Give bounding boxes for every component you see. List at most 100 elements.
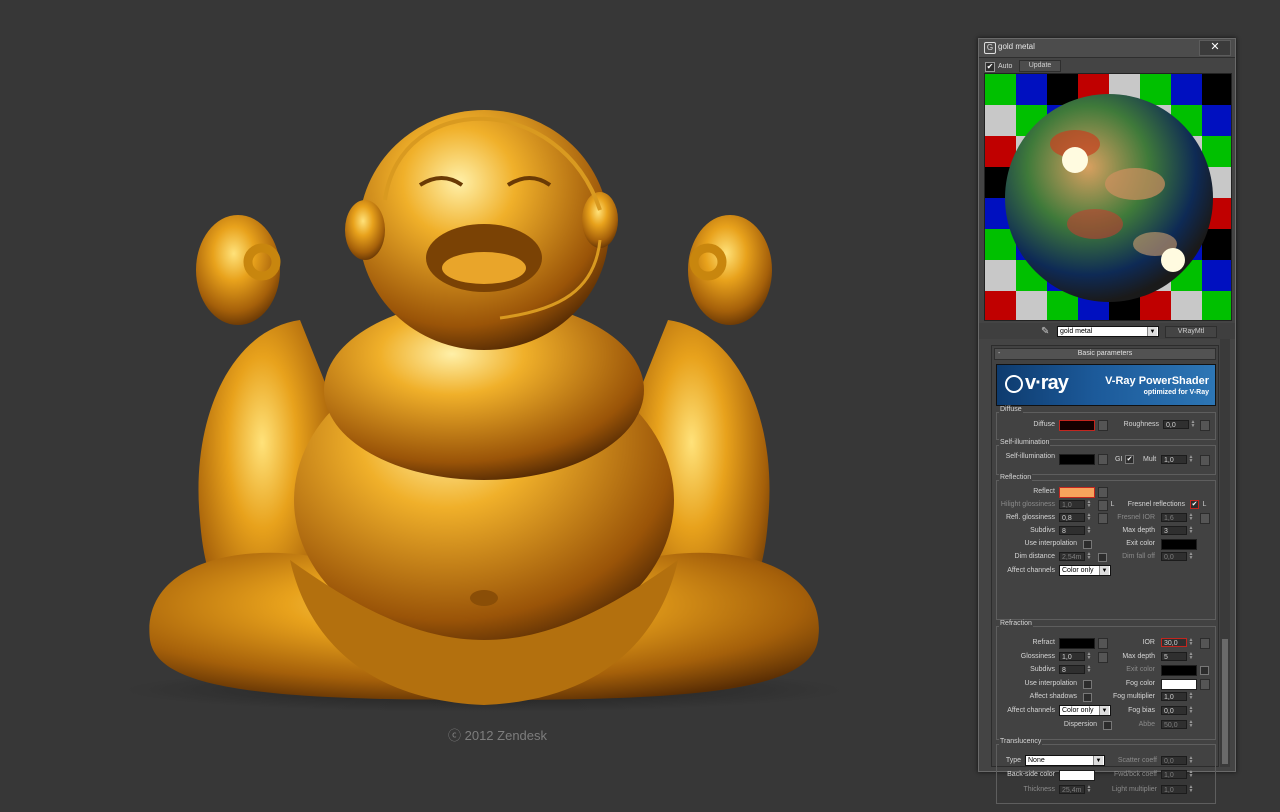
refl-max-depth-label: Max depth bbox=[1122, 527, 1155, 534]
gi-label: GI bbox=[1115, 456, 1123, 463]
roughness-spinner[interactable]: 0,0 ▲ ▼ bbox=[1163, 420, 1195, 429]
refr-max-depth-spinner[interactable]: 5 ▲ ▼ bbox=[1161, 652, 1193, 661]
refr-glossiness-map-button[interactable] bbox=[1098, 652, 1108, 663]
material-name-dropdown[interactable]: gold metal ▼ bbox=[1057, 326, 1159, 337]
refract-label: Refract bbox=[1032, 639, 1055, 646]
material-editor-window: G gold metal ✕ ✔ Auto Update ✎ gold meta… bbox=[978, 38, 1236, 804]
dim-distance-spinner[interactable]: 2,54m ▲ ▼ bbox=[1059, 552, 1091, 561]
close-button[interactable]: ✕ bbox=[1199, 40, 1231, 56]
refraction-group-title: Refraction bbox=[999, 620, 1033, 627]
fresnel-reflections-label: Fresnel reflections bbox=[1127, 501, 1185, 508]
refl-glossiness-map-button[interactable] bbox=[1098, 513, 1108, 524]
close-icon: ✕ bbox=[1210, 41, 1220, 53]
refl-use-interpolation-checkbox[interactable] bbox=[1083, 540, 1092, 549]
refr-subdivs-label: Subdivs bbox=[1030, 666, 1055, 673]
light-multiplier-spinner[interactable]: 1,0 ▲ ▼ bbox=[1161, 785, 1193, 794]
material-preview[interactable] bbox=[984, 73, 1232, 321]
auto-label: Auto bbox=[998, 63, 1013, 70]
reflect-label: Reflect bbox=[1033, 488, 1055, 495]
refl-affect-channels-dropdown[interactable]: Color only ▼ bbox=[1059, 565, 1111, 576]
material-type-button[interactable]: VRayMtl bbox=[1165, 326, 1217, 338]
dim-distance-checkbox[interactable] bbox=[1098, 553, 1107, 562]
diffuse-group-title: Diffuse bbox=[999, 406, 1023, 413]
refr-use-interpolation-checkbox[interactable] bbox=[1083, 680, 1092, 689]
fog-multiplier-spinner[interactable]: 1,0 ▲ ▼ bbox=[1161, 692, 1193, 701]
refr-exit-color-swatch[interactable] bbox=[1161, 665, 1197, 676]
banner-title: V-Ray PowerShader bbox=[1105, 375, 1209, 387]
abbe-label: Abbe bbox=[1138, 721, 1155, 728]
refr-affect-channels-dropdown[interactable]: Color only ▼ bbox=[1059, 705, 1111, 716]
fresnel-lock-button[interactable]: L bbox=[1201, 500, 1208, 509]
diffuse-label: Diffuse bbox=[1033, 421, 1055, 428]
refr-max-depth-label: Max depth bbox=[1122, 653, 1155, 660]
translucency-type-label: Type bbox=[1005, 757, 1021, 764]
fresnel-ior-map-button[interactable] bbox=[1200, 513, 1210, 524]
checker-tile bbox=[1202, 291, 1231, 320]
backside-color-label: Back-side color bbox=[1007, 771, 1055, 778]
dispersion-checkbox[interactable] bbox=[1103, 721, 1112, 730]
refr-glossiness-spinner[interactable]: 1,0 ▲ ▼ bbox=[1059, 652, 1091, 661]
refr-subdivs-spinner[interactable]: 8 ▲ ▼ bbox=[1059, 665, 1091, 674]
translucency-type-dropdown[interactable]: None ▼ bbox=[1025, 755, 1105, 766]
refl-glossiness-spinner[interactable]: 0,8 ▲ ▼ bbox=[1059, 513, 1091, 522]
refl-affect-channels-label: Affect channels bbox=[1007, 567, 1055, 574]
refr-use-interpolation-label: Use interpolation bbox=[1024, 680, 1077, 687]
diffuse-color-swatch[interactable] bbox=[1059, 420, 1095, 431]
self-illumination-label: Self-illumination bbox=[1005, 453, 1055, 460]
fog-multiplier-label: Fog multiplier bbox=[1112, 693, 1155, 700]
app-icon: G bbox=[984, 42, 996, 54]
self-illumination-map-button[interactable] bbox=[1098, 454, 1108, 465]
rollout-header[interactable]: - Basic parameters bbox=[994, 348, 1216, 360]
fresnel-ior-spinner[interactable]: 1,6 ▲ ▼ bbox=[1161, 513, 1193, 522]
ior-spinner[interactable]: 30,0 ▲ ▼ bbox=[1161, 638, 1193, 647]
eyedropper-icon[interactable]: ✎ bbox=[1041, 326, 1049, 337]
self-illumination-color-swatch[interactable] bbox=[1059, 454, 1095, 465]
window-title: gold metal bbox=[998, 42, 1035, 51]
fog-color-swatch[interactable] bbox=[1161, 679, 1197, 690]
ior-map-button[interactable] bbox=[1200, 638, 1210, 649]
fog-bias-spinner[interactable]: 0,0 ▲ ▼ bbox=[1161, 706, 1193, 715]
self-illumination-group: Self-illumination Self-illumination GI ✔… bbox=[996, 439, 1216, 475]
checker-tile bbox=[985, 105, 1016, 136]
rollout-scrollbar[interactable] bbox=[1220, 339, 1230, 767]
refl-subdivs-spinner[interactable]: 8 ▲ ▼ bbox=[1059, 526, 1091, 535]
checker-tile bbox=[1171, 74, 1202, 105]
affect-shadows-checkbox[interactable] bbox=[1083, 693, 1092, 702]
dim-distance-label: Dim distance bbox=[1014, 553, 1055, 560]
vray-logo: v·ray bbox=[1005, 372, 1069, 395]
thickness-spinner[interactable]: 25,4m ▲ ▼ bbox=[1059, 785, 1091, 794]
mult-map-button[interactable] bbox=[1200, 455, 1210, 466]
reflect-map-button[interactable] bbox=[1098, 487, 1108, 498]
roughness-map-button[interactable] bbox=[1200, 420, 1210, 431]
fog-bias-label: Fog bias bbox=[1128, 707, 1155, 714]
fresnel-reflections-checkbox[interactable]: ✔ bbox=[1190, 500, 1199, 509]
hilight-glossiness-map-button[interactable] bbox=[1098, 500, 1108, 511]
refl-exit-color-swatch[interactable] bbox=[1161, 539, 1197, 550]
mult-spinner[interactable]: 1,0 ▲ ▼ bbox=[1161, 455, 1193, 464]
refr-exit-color-checkbox[interactable] bbox=[1200, 666, 1209, 675]
reflect-color-swatch[interactable] bbox=[1059, 487, 1095, 498]
checker-tile bbox=[1171, 291, 1202, 320]
backside-color-swatch[interactable] bbox=[1059, 770, 1095, 781]
hilight-glossiness-label: Hilight glossiness bbox=[1000, 501, 1055, 508]
scrollbar-thumb[interactable] bbox=[1222, 639, 1228, 764]
refract-color-swatch[interactable] bbox=[1059, 638, 1095, 649]
auto-checkbox[interactable]: ✔ bbox=[985, 62, 995, 72]
update-button[interactable]: Update bbox=[1019, 60, 1061, 72]
refract-map-button[interactable] bbox=[1098, 638, 1108, 649]
scatter-coeff-spinner[interactable]: 0,0 ▲ ▼ bbox=[1161, 756, 1193, 765]
diffuse-map-button[interactable] bbox=[1098, 420, 1108, 431]
gi-checkbox[interactable]: ✔ bbox=[1125, 455, 1134, 464]
dim-falloff-spinner[interactable]: 0,0 ▲ ▼ bbox=[1161, 552, 1193, 561]
dispersion-label: Dispersion bbox=[1063, 721, 1097, 728]
rollout-title: Basic parameters bbox=[1077, 350, 1133, 357]
hilight-glossiness-spinner[interactable]: 1,0 ▲ ▼ bbox=[1059, 500, 1091, 509]
affect-shadows-label: Affect shadows bbox=[1029, 693, 1077, 700]
refl-max-depth-spinner[interactable]: 3 ▲ ▼ bbox=[1161, 526, 1193, 535]
fwd-bck-coeff-spinner[interactable]: 1,0 ▲ ▼ bbox=[1161, 770, 1193, 779]
self-illumination-group-title: Self-illumination bbox=[999, 439, 1051, 446]
abbe-spinner[interactable]: 50,0 ▲ ▼ bbox=[1161, 720, 1193, 729]
checker-tile bbox=[1016, 291, 1047, 320]
fog-color-map-button[interactable] bbox=[1200, 679, 1210, 690]
checker-tile bbox=[985, 74, 1016, 105]
